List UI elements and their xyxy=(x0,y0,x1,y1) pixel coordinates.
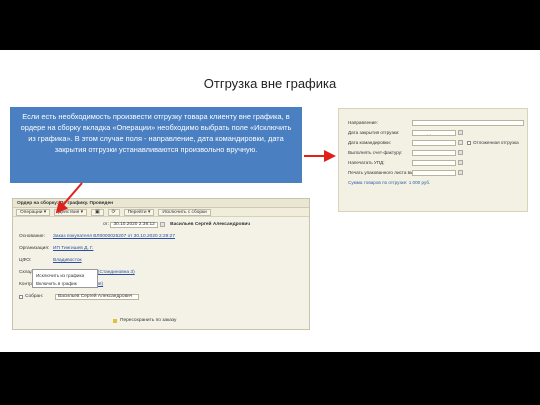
arrow-to-menu xyxy=(55,182,83,214)
slide: Отгрузка вне графика Если есть необходим… xyxy=(0,50,540,352)
arrows-layer xyxy=(55,150,336,214)
